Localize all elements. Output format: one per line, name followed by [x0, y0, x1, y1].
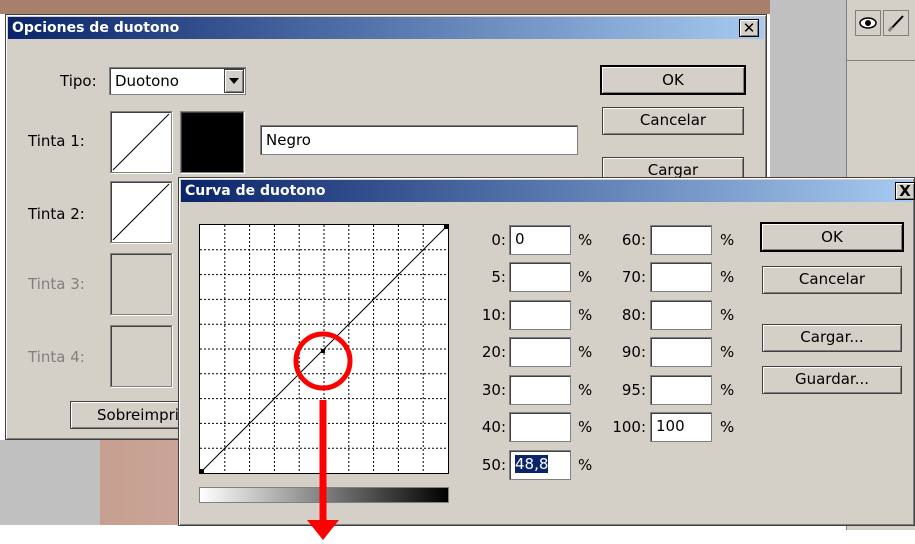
ink3-curve-thumbnail: [110, 253, 172, 315]
percent-label: %: [720, 268, 735, 286]
percent-label: %: [720, 418, 735, 436]
type-select[interactable]: Duotono: [109, 67, 246, 95]
curve-save-label: Guardar...: [794, 370, 870, 388]
curve-point-100[interactable]: [444, 225, 448, 229]
curve-field-label: 100:: [612, 418, 646, 436]
curve-field-input[interactable]: [509, 262, 571, 292]
curve-field-label: 90:: [621, 343, 646, 361]
brush-icon[interactable]: [883, 10, 909, 36]
percent-label: %: [578, 343, 593, 361]
duotone-dialog-title: Opciones de duotono: [12, 20, 180, 36]
percent-label: %: [578, 418, 593, 436]
duotone-ok-button[interactable]: OK: [600, 65, 746, 95]
curve-field-value: 0: [515, 230, 525, 248]
curve-dialog-titlebar: Curva de duotono: [181, 180, 912, 202]
curve-field-label: 80:: [621, 306, 646, 324]
close-icon[interactable]: ✕: [739, 19, 759, 37]
curve-dialog-title: Curva de duotono: [185, 183, 326, 199]
curve-field-label: 20:: [481, 343, 506, 361]
eye-icon[interactable]: [855, 10, 881, 36]
percent-label: %: [578, 306, 593, 324]
curve-field-label: 50:: [481, 456, 506, 474]
percent-label: %: [720, 306, 735, 324]
percent-label: %: [578, 456, 593, 474]
curve-field-label: 70:: [621, 268, 646, 286]
curve-save-button[interactable]: Guardar...: [762, 366, 902, 394]
ink2-curve-thumbnail[interactable]: [110, 181, 172, 243]
ink1-curve-thumbnail[interactable]: [110, 111, 172, 173]
curve-field-label: 30:: [481, 381, 506, 399]
curve-cancel-label: Cancelar: [798, 270, 866, 288]
overprint-colors-label: Sobreimprir: [97, 406, 186, 424]
annotation-circle: [293, 331, 353, 391]
percent-label: %: [578, 231, 593, 249]
type-label: Tipo:: [60, 72, 97, 90]
ink1-color-swatch[interactable]: [180, 111, 244, 173]
curve-load-label: Cargar...: [800, 328, 864, 346]
curve-field-input[interactable]: [509, 412, 571, 442]
duotone-dialog-titlebar: Opciones de duotono: [8, 17, 764, 39]
curve-field-input[interactable]: [509, 337, 571, 367]
ink1-name-field[interactable]: Negro: [260, 125, 578, 155]
curve-field-value: 48,8: [515, 455, 549, 473]
curve-field-input[interactable]: 100: [650, 412, 712, 442]
curve-field-input[interactable]: [650, 300, 712, 330]
ink2-label: Tinta 2:: [28, 205, 85, 223]
percent-label: %: [720, 343, 735, 361]
percent-label: %: [578, 381, 593, 399]
ink4-curve-thumbnail: [110, 325, 172, 387]
curve-close-label: X: [899, 182, 911, 200]
curve-field-label: 0:: [491, 231, 506, 249]
curve-ok-button[interactable]: OK: [760, 222, 904, 252]
percent-label: %: [578, 268, 593, 286]
ink1-name-value: Negro: [266, 131, 311, 149]
curve-point-0[interactable]: [200, 469, 204, 473]
curve-field-input[interactable]: 0: [509, 225, 571, 255]
curve-ok-label: OK: [821, 228, 843, 246]
curve-field-label: 40:: [481, 418, 506, 436]
ink4-label: Tinta 4:: [28, 348, 85, 366]
curve-field-input[interactable]: [509, 375, 571, 405]
duotone-ok-label: OK: [662, 71, 684, 89]
panel-divider: [847, 60, 915, 61]
curve-field-input[interactable]: [650, 262, 712, 292]
annotation-overlay: [293, 331, 353, 540]
close-icon[interactable]: X: [895, 182, 915, 200]
curve-field-label: 95:: [621, 381, 646, 399]
curve-field-input[interactable]: [650, 375, 712, 405]
background-photo-top: [0, 0, 840, 14]
curve-field-label: 60:: [621, 231, 646, 249]
curve-field-input[interactable]: [650, 225, 712, 255]
duotone-cancel-button[interactable]: Cancelar: [602, 107, 744, 135]
curve-field-value: 100: [656, 417, 685, 435]
curve-field-label: 10:: [481, 306, 506, 324]
curve-field-input[interactable]: [650, 337, 712, 367]
percent-label: %: [720, 381, 735, 399]
canvas-gray-area-left: [0, 440, 100, 525]
type-select-value: Duotono: [115, 72, 179, 90]
chevron-down-icon[interactable]: [224, 69, 244, 93]
curve-field-input[interactable]: 48,8: [509, 450, 571, 480]
percent-label: %: [720, 231, 735, 249]
ink3-label: Tinta 3:: [28, 275, 85, 293]
curve-field-input[interactable]: [509, 300, 571, 330]
curve-field-label: 5:: [491, 268, 506, 286]
curve-cancel-button[interactable]: Cancelar: [762, 266, 902, 294]
annotation-arrow-head: [307, 520, 339, 540]
curve-load-button[interactable]: Cargar...: [762, 324, 902, 352]
duotone-cancel-label: Cancelar: [639, 111, 707, 129]
ink1-label: Tinta 1:: [28, 132, 85, 150]
